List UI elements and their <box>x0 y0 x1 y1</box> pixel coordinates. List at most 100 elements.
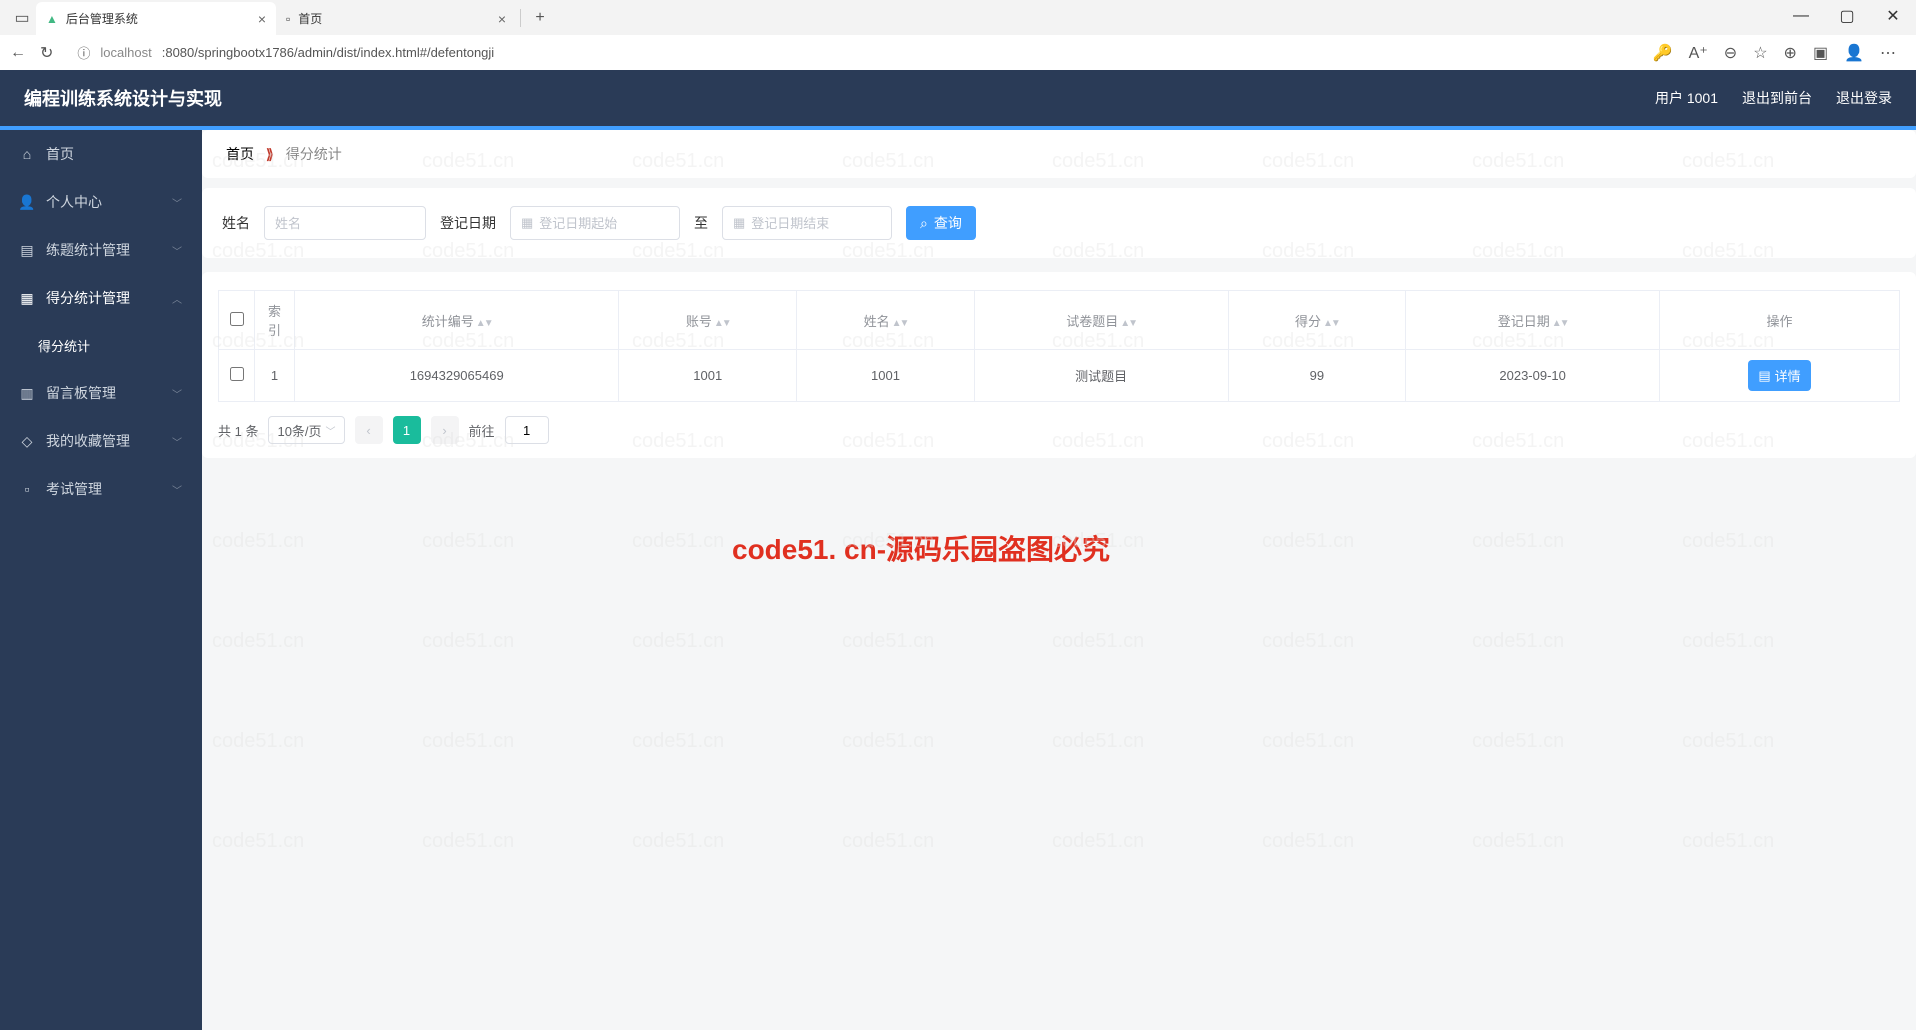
sidebar-item-label: 首页 <box>46 144 74 164</box>
table-header-row: 索引 统计编号▲▼ 账号▲▼ 姓名▲▼ 试卷题目▲▼ 得分▲▼ 登记日期▲▼ 操… <box>219 291 1900 350</box>
profile-icon[interactable]: 👤 <box>1844 43 1864 63</box>
watermark-text: code51.cn <box>1262 830 1354 853</box>
address-bar[interactable]: ⓘ localhost:8080/springbootx1786/admin/d… <box>67 39 1638 66</box>
watermark-text: code51.cn <box>1682 630 1774 653</box>
page-icon: ▫ <box>286 12 290 26</box>
sort-icon: ▲▼ <box>714 318 730 329</box>
collections-icon[interactable]: ⊕ <box>1784 43 1797 63</box>
menu-icon[interactable]: ⋯ <box>1880 43 1896 63</box>
date-end-input[interactable] <box>751 216 891 231</box>
sidebar-item-favorites[interactable]: ◇ 我的收藏管理 ﹀ <box>0 417 202 465</box>
watermark-text: code51.cn <box>422 530 514 553</box>
watermark-text: code51.cn <box>212 830 304 853</box>
breadcrumb-home[interactable]: 首页 <box>226 144 254 164</box>
date-start-input[interactable] <box>539 216 679 231</box>
col-ops: 操作 <box>1660 291 1900 350</box>
watermark-text: code51.cn <box>1052 830 1144 853</box>
back-button[interactable]: ← <box>10 44 26 62</box>
sidebar-item-home[interactable]: ⌂ 首页 <box>0 130 202 178</box>
page-size-select[interactable]: 10条/页 ﹀ <box>268 416 344 444</box>
zoom-out-icon[interactable]: ⊖ <box>1724 43 1737 63</box>
refresh-button[interactable]: ↻ <box>40 43 53 63</box>
sort-icon: ▲▼ <box>892 318 908 329</box>
tab-list-button[interactable]: ▭ <box>8 4 36 32</box>
col-index[interactable]: 索引 <box>255 291 295 350</box>
info-icon: ⓘ <box>77 43 90 62</box>
col-exam-title[interactable]: 试卷题目▲▼ <box>974 291 1228 350</box>
document-icon: ▤ <box>1758 368 1770 384</box>
watermark-text: code51.cn <box>1262 730 1354 753</box>
filter-date-label: 登记日期 <box>440 213 496 233</box>
browser-tab-active[interactable]: ▲ 后台管理系统 × <box>36 2 276 35</box>
app-header: 编程训练系统设计与实现 用户 1001 退出到前台 退出登录 <box>0 70 1916 126</box>
col-account[interactable]: 账号▲▼ <box>619 291 797 350</box>
cell-score: 99 <box>1228 350 1406 402</box>
watermark-text: code51.cn <box>632 730 724 753</box>
sidebar-item-exam[interactable]: ▫ 考试管理 ﹀ <box>0 465 202 513</box>
watermark-text: code51.cn <box>212 730 304 753</box>
detail-button[interactable]: ▤ 详情 <box>1748 360 1810 391</box>
prev-page-button[interactable]: ‹ <box>355 416 383 444</box>
app-title: 编程训练系统设计与实现 <box>24 85 222 111</box>
browser-tab-inactive[interactable]: ▫ 首页 × <box>276 2 516 35</box>
close-icon[interactable]: × <box>258 11 266 27</box>
watermark-text: code51.cn <box>212 630 304 653</box>
col-name[interactable]: 姓名▲▼ <box>797 291 975 350</box>
read-aloud-icon[interactable]: A⁺ <box>1689 43 1708 63</box>
user-label[interactable]: 用户 1001 <box>1655 88 1718 108</box>
sidebar-item-label: 练题统计管理 <box>46 240 130 260</box>
calendar-icon: ▦ <box>521 215 533 231</box>
col-score[interactable]: 得分▲▼ <box>1228 291 1406 350</box>
watermark-text: code51.cn <box>1682 530 1774 553</box>
breadcrumb: 首页 ⟫ 得分统计 <box>202 130 1916 178</box>
sort-icon: ▲▼ <box>476 318 492 329</box>
minimize-button[interactable]: — <box>1778 0 1824 32</box>
watermark-text: code51.cn <box>422 630 514 653</box>
sidebar-item-score-sub[interactable]: 得分统计 <box>0 322 202 369</box>
bookmark-icon: ◇ <box>20 434 34 448</box>
cell-exam-title: 测试题目 <box>974 350 1228 402</box>
sidebar-item-personal[interactable]: 👤 个人中心 ﹀ <box>0 178 202 226</box>
goto-front-button[interactable]: 退出到前台 <box>1742 88 1812 108</box>
page-number-1[interactable]: 1 <box>393 416 421 444</box>
extensions-icon[interactable]: ▣ <box>1813 43 1828 63</box>
goto-page-input[interactable] <box>505 416 549 444</box>
sidebar-item-practice-stats[interactable]: ▤ 练题统计管理 ﹀ <box>0 226 202 274</box>
sidebar-item-score-stats[interactable]: ▦ 得分统计管理 ︿ <box>0 274 202 322</box>
watermark-text: code51.cn <box>632 630 724 653</box>
name-input[interactable] <box>275 216 415 231</box>
app-body: ⌂ 首页 👤 个人中心 ﹀ ▤ 练题统计管理 ﹀ ▦ 得分统计管理 ︿ 得分统计… <box>0 130 1916 1030</box>
chevron-down-icon: ﹀ <box>326 423 336 438</box>
watermark-text: code51.cn <box>1472 630 1564 653</box>
col-reg-date[interactable]: 登记日期▲▼ <box>1406 291 1660 350</box>
maximize-button[interactable]: ▢ <box>1824 0 1870 32</box>
url-host: localhost <box>100 45 151 60</box>
search-icon: ⌕ <box>920 215 928 232</box>
close-icon[interactable]: × <box>498 11 506 27</box>
chevron-down-icon: ﹀ <box>172 482 182 497</box>
close-window-button[interactable]: ✕ <box>1870 0 1916 32</box>
search-button[interactable]: ⌕ 查询 <box>906 206 976 240</box>
chevron-down-icon: ﹀ <box>172 243 182 258</box>
key-icon[interactable]: 🔑 <box>1653 43 1673 63</box>
chevron-down-icon: ﹀ <box>172 386 182 401</box>
cell-stat-id: 1694329065469 <box>295 350 619 402</box>
breadcrumb-current: 得分统计 <box>286 144 342 164</box>
favorite-icon[interactable]: ☆ <box>1753 43 1767 63</box>
browser-chrome: ▭ ▲ 后台管理系统 × ▫ 首页 × + — ▢ ✕ ← ↻ ⓘ localh… <box>0 0 1916 70</box>
select-all-checkbox[interactable] <box>230 312 244 326</box>
sidebar-item-label: 考试管理 <box>46 479 102 499</box>
row-checkbox[interactable] <box>230 367 244 381</box>
next-page-button[interactable]: › <box>431 416 459 444</box>
sidebar-item-message-board[interactable]: ▥ 留言板管理 ﹀ <box>0 369 202 417</box>
watermark-text: code51.cn <box>212 530 304 553</box>
logout-button[interactable]: 退出登录 <box>1836 88 1892 108</box>
toolbar-right: 🔑 A⁺ ⊖ ☆ ⊕ ▣ 👤 ⋯ <box>1653 43 1906 63</box>
message-icon: ▥ <box>20 386 34 400</box>
watermark-text: code51.cn <box>1472 530 1564 553</box>
cell-index: 1 <box>255 350 295 402</box>
big-watermark: code51. cn-源码乐园盗图必究 <box>732 528 1110 568</box>
main-content: 首页 ⟫ 得分统计 姓名 登记日期 ▦ 至 ▦ ⌕ 查询 <box>202 130 1916 1030</box>
col-stat-id[interactable]: 统计编号▲▼ <box>295 291 619 350</box>
new-tab-button[interactable]: + <box>525 9 555 27</box>
